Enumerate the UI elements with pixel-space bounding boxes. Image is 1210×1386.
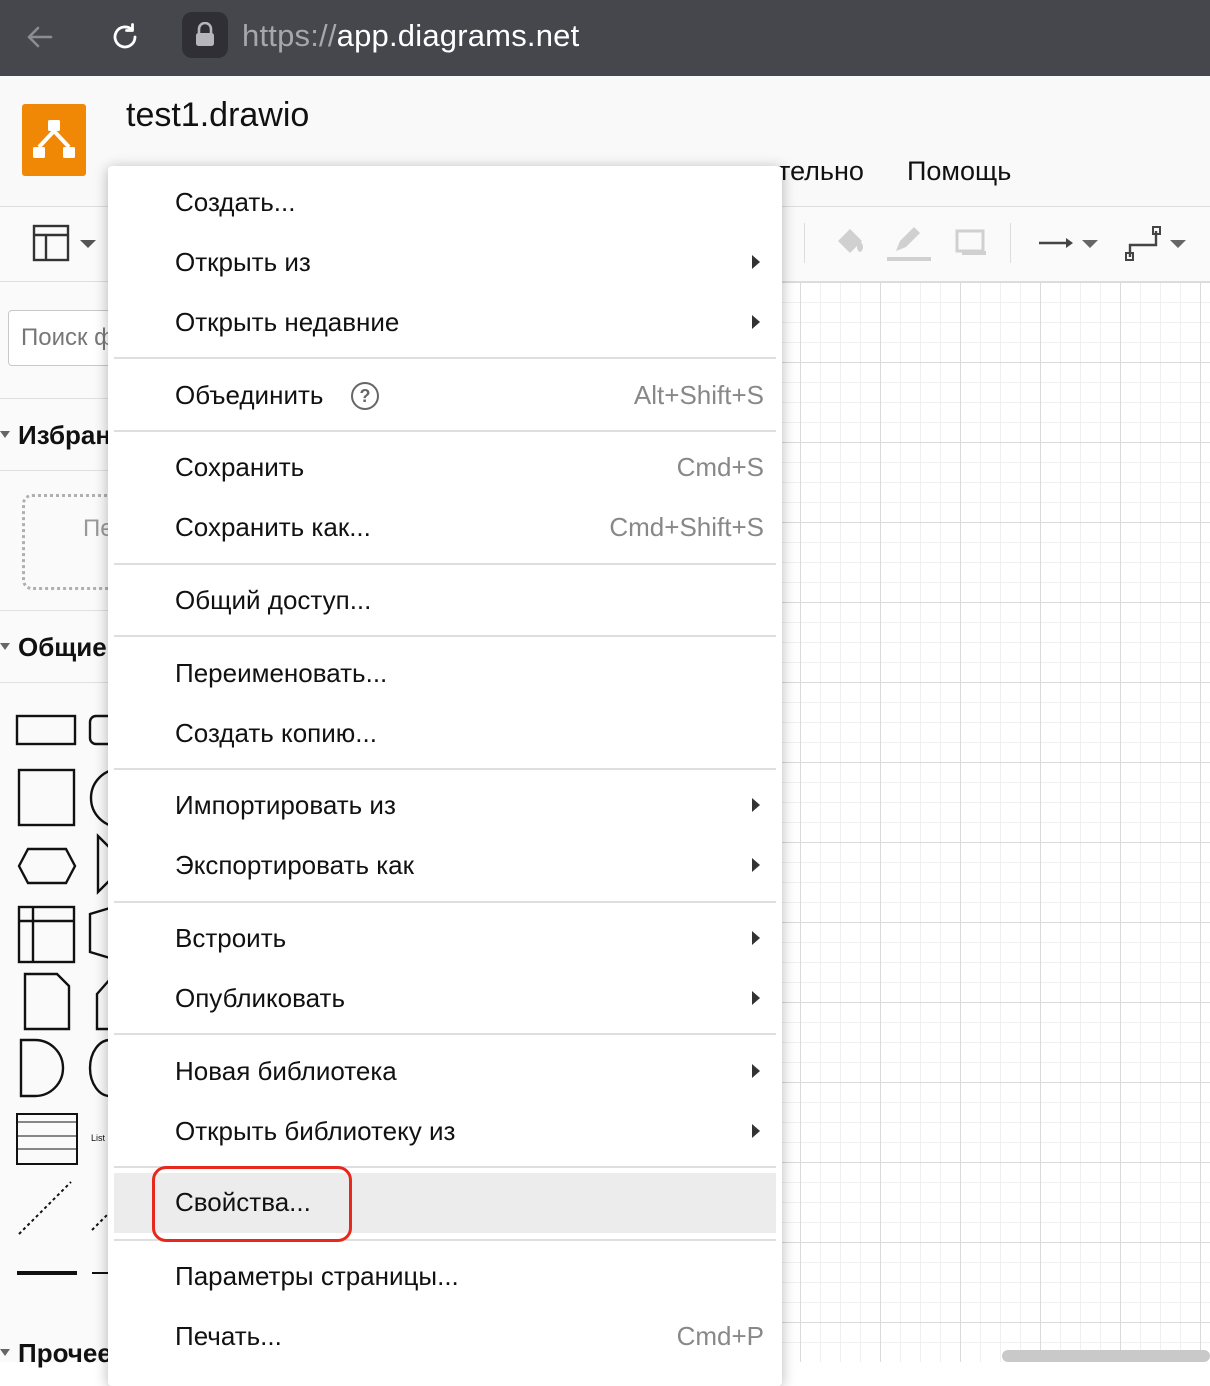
menu-item-shortcut: Cmd+S [676, 452, 764, 482]
menu-item-label: Общий доступ... [175, 585, 372, 615]
menu-item-label: Переименовать... [175, 658, 388, 688]
submenu-arrow-icon [752, 315, 760, 329]
menu-item-make-copy[interactable]: Создать копию... [108, 704, 782, 764]
toolbar-divider-2 [1010, 223, 1011, 263]
menu-item-publish[interactable]: Опубликовать [108, 969, 782, 1029]
search-placeholder: Поиск ф [21, 324, 114, 351]
menu-item-label: Параметры страницы... [175, 1261, 459, 1291]
connection-arrow-icon[interactable] [1036, 223, 1102, 263]
menu-item-rename[interactable]: Переименовать... [108, 644, 782, 704]
shapes-sidebar: Поиск ф Избран Пе Общие List Прочее [0, 282, 148, 1368]
menu-item-shortcut: Cmd+Shift+S [609, 512, 764, 542]
submenu-arrow-icon [752, 1124, 760, 1138]
sidebar-separator [0, 610, 110, 611]
reload-icon[interactable] [102, 14, 148, 60]
format-panel-toggle[interactable] [32, 223, 100, 263]
file-menu-dropdown: Создать... Открыть из Открыть недавние О… [108, 166, 782, 1386]
menu-item-export-as[interactable]: Экспортировать как [108, 836, 782, 896]
submenu-arrow-icon [752, 991, 760, 1005]
menu-item-label: Печать... [175, 1321, 282, 1351]
menu-item-shortcut: Alt+Shift+S [633, 380, 764, 410]
back-arrow-icon[interactable] [16, 14, 62, 60]
collapse-arrow-icon[interactable] [0, 431, 10, 438]
collapse-arrow-icon[interactable] [0, 643, 10, 650]
collapse-arrow-icon[interactable] [0, 1349, 10, 1356]
sidebar-separator [0, 398, 110, 399]
menu-separator [114, 1033, 776, 1035]
menu-item-label: Новая библиотека [175, 1056, 397, 1086]
menu-item-share[interactable]: Общий доступ... [108, 571, 782, 631]
drawio-logo-icon[interactable] [22, 104, 86, 176]
menu-item-label: Создать... [175, 187, 296, 217]
url-host: app.diagrams.net [336, 18, 580, 53]
menu-separator [114, 635, 776, 637]
menu-item-page-setup[interactable]: Параметры страницы... [108, 1247, 782, 1307]
menu-item-open-recent[interactable]: Открыть недавние [108, 293, 782, 353]
section-favorites[interactable]: Избран [18, 420, 111, 451]
menu-item-label: Открыть из [175, 247, 311, 277]
highlight-annotation [152, 1166, 352, 1242]
waypoint-icon[interactable] [1124, 223, 1190, 263]
lock-icon[interactable] [182, 12, 228, 58]
menu-separator [114, 563, 776, 565]
menu-separator [114, 768, 776, 770]
menu-item-open-from[interactable]: Открыть из [108, 233, 782, 293]
menu-item-label: Импортировать из [175, 790, 396, 820]
menu-item-label: Экспортировать как [175, 850, 415, 880]
menu-item-synchronize[interactable]: Объединить ? Alt+Shift+S [108, 366, 782, 426]
menu-item-label: Открыть библиотеку из [175, 1116, 456, 1146]
section-general[interactable]: Общие [18, 632, 107, 663]
menu-item-label: Опубликовать [175, 983, 346, 1013]
menu-item-label: Открыть недавние [175, 307, 400, 337]
menu-separator [114, 430, 776, 432]
menu-item-shortcut: Cmd+P [676, 1321, 764, 1351]
help-icon[interactable]: ? [351, 382, 379, 410]
menu-extras[interactable]: тельно [778, 156, 864, 187]
menu-item-label: Сохранить как... [175, 512, 371, 542]
menu-item-print[interactable]: Печать... Cmd+P [108, 1307, 782, 1367]
menu-item-label: Создать копию... [175, 718, 377, 748]
submenu-arrow-icon [752, 1064, 760, 1078]
submenu-arrow-icon [752, 858, 760, 872]
shape-palette[interactable] [0, 702, 110, 1302]
file-title[interactable]: test1.drawio [126, 96, 309, 135]
toolbar-divider [804, 223, 805, 263]
menu-item-save[interactable]: Сохранить Cmd+S [108, 438, 782, 498]
menu-item-label: Встроить [175, 923, 287, 953]
list-shape-label: List [91, 1133, 106, 1143]
menu-item-import-from[interactable]: Импортировать из [108, 776, 782, 836]
horizontal-scrollbar[interactable] [1002, 1350, 1210, 1362]
url-text: https://app.diagrams.net [242, 18, 579, 54]
submenu-arrow-icon [752, 931, 760, 945]
menu-item-embed[interactable]: Встроить [108, 909, 782, 969]
sidebar-separator [0, 470, 110, 471]
line-color-icon[interactable] [886, 223, 932, 263]
submenu-arrow-icon [752, 798, 760, 812]
menu-help[interactable]: Помощь [907, 156, 1011, 187]
fill-color-icon[interactable] [830, 223, 870, 263]
browser-toolbar: https://app.diagrams.net [0, 0, 1210, 76]
sidebar-separator [0, 682, 110, 683]
menu-item-save-as[interactable]: Сохранить как... Cmd+Shift+S [108, 498, 782, 558]
diagram-canvas[interactable] [782, 282, 1210, 1362]
url-prefix: https:// [242, 18, 337, 53]
address-bar[interactable]: https://app.diagrams.net [182, 12, 1210, 62]
menu-separator [114, 901, 776, 903]
section-other[interactable]: Прочее [18, 1338, 112, 1369]
menu-item-new[interactable]: Создать... [108, 173, 782, 233]
menu-separator [114, 357, 776, 359]
menu-item-open-library-from[interactable]: Открыть библиотеку из [108, 1102, 782, 1162]
menu-item-label: Объединить [175, 380, 324, 410]
submenu-arrow-icon [752, 255, 760, 269]
menu-item-new-library[interactable]: Новая библиотека [108, 1042, 782, 1102]
menu-item-label: Сохранить [175, 452, 305, 482]
shadow-icon[interactable] [952, 223, 990, 263]
